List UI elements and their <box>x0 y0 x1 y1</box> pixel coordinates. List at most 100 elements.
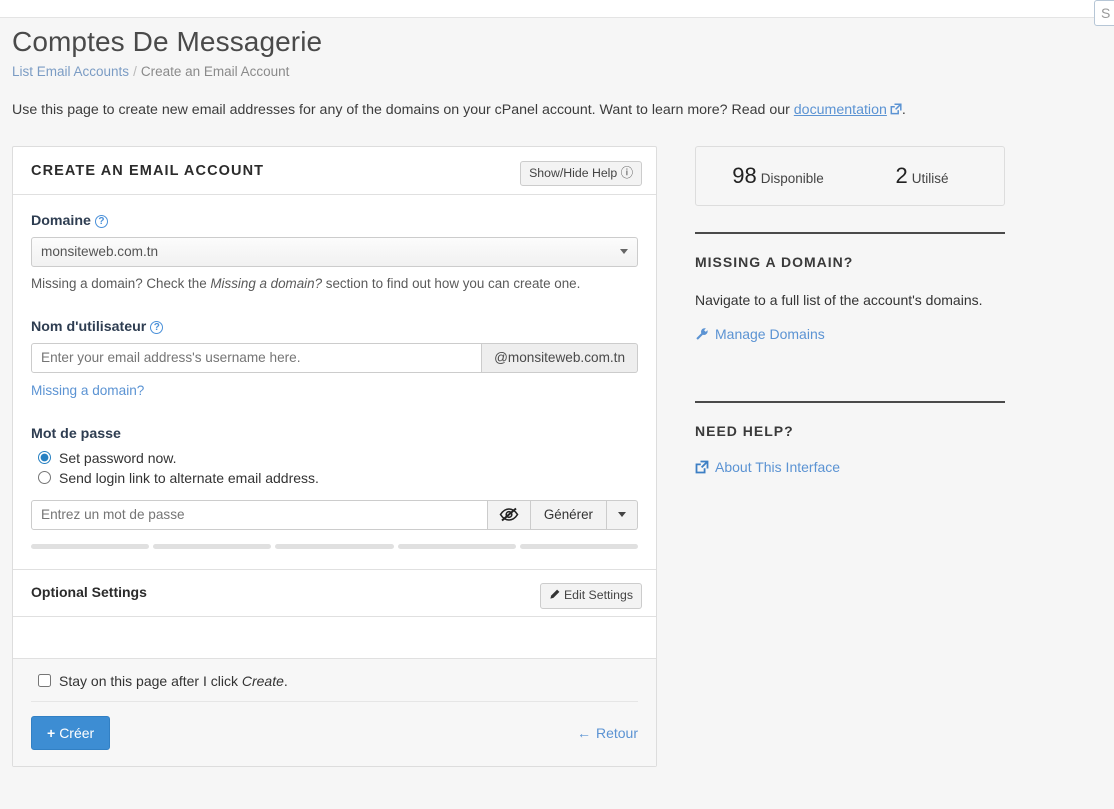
edit-settings-label: Edit Settings <box>563 587 633 602</box>
need-help-section: NEED HELP? About This Interface <box>695 423 1005 479</box>
stat-used-label: Utilisé <box>911 170 949 186</box>
password-strength-segment <box>153 543 272 549</box>
breadcrumb: List Email Accounts / Create an Email Acco… <box>12 64 1102 79</box>
sidebar-divider <box>695 401 1005 404</box>
breadcrumb-current: Create an Email Account <box>140 64 290 79</box>
card-footer: Stay on this page after I click Create. … <box>13 657 656 766</box>
password-strength-segment <box>275 543 394 549</box>
missing-a-domain-link[interactable]: Missing a domain? <box>31 383 144 398</box>
chevron-down-icon <box>618 512 626 518</box>
show-hide-help-button[interactable]: Show/Hide Help ⓘ <box>520 160 642 186</box>
stay-on-page-text-before: Stay on this page after I click <box>59 672 242 689</box>
page-description-text: Use this page to create new email addres… <box>12 102 794 118</box>
stat-used: 2 Utilisé <box>850 163 994 189</box>
create-email-account-card: CREATE AN EMAIL ACCOUNT Show/Hide Help ⓘ… <box>12 145 657 767</box>
password-option-send-link-radio[interactable] <box>38 471 51 485</box>
stay-on-page-label: Stay on this page after I click Create. <box>59 673 288 689</box>
external-link-icon <box>695 460 709 474</box>
stat-available-number: 98 <box>732 162 757 188</box>
password-strength-meter <box>31 543 639 549</box>
about-this-interface-link[interactable]: About This Interface <box>695 459 840 475</box>
main-column: CREATE AN EMAIL ACCOUNT Show/Hide Help ⓘ… <box>12 145 657 767</box>
optional-settings-section: Optional Settings Edit Settings <box>13 568 656 616</box>
domain-field: Domaine? monsiteweb.com.tn Missing a dom… <box>31 213 638 293</box>
pencil-icon <box>549 589 560 604</box>
sidebar-column: 98 Disponible 2 Utilisé MISSING A DOMAIN? … <box>695 145 1005 479</box>
back-link-label: Retour <box>595 724 638 741</box>
password-input-group: Générer <box>31 499 638 530</box>
about-this-interface-label: About This Interface <box>715 459 841 476</box>
edit-settings-button[interactable]: Edit Settings <box>539 582 642 609</box>
stat-available-label: Disponible <box>760 170 824 186</box>
password-option-send-link-label: Send login link to alternate email addre… <box>59 469 319 486</box>
question-circle-icon[interactable]: ? <box>150 320 164 334</box>
manage-domains-label: Manage Domains <box>715 326 825 343</box>
create-button[interactable]: + Créer <box>31 715 111 750</box>
domain-label: Domaine? <box>31 213 638 229</box>
username-label-text: Nom d'utilisateur <box>31 318 147 335</box>
domain-helper-emphasis: Missing a domain? <box>210 275 323 291</box>
domain-select[interactable]: monsiteweb.com.tn <box>31 236 638 267</box>
password-label: Mot de passe <box>31 425 121 442</box>
username-input[interactable] <box>31 342 483 373</box>
stay-on-page-checkbox[interactable] <box>38 674 51 688</box>
eye-slash-icon[interactable] <box>487 499 531 530</box>
domain-helper-after: section to find out how you can create o… <box>322 275 581 291</box>
stay-on-page-text-after: . <box>283 672 288 689</box>
missing-a-domain-section: MISSING A DOMAIN? Navigate to a full lis… <box>695 254 1005 346</box>
page-description: Use this page to create new email addres… <box>12 101 1102 122</box>
domain-helper-text: Missing a domain? Check the Missing a do… <box>31 275 638 293</box>
domain-label-text: Domaine <box>31 212 91 229</box>
missing-a-domain-text: Navigate to a full list of the account's… <box>695 291 983 308</box>
optional-settings-title: Optional Settings <box>31 583 147 600</box>
plus-icon: + <box>47 724 56 741</box>
create-button-label: Créer <box>59 724 95 741</box>
missing-a-domain-title: MISSING A DOMAIN? <box>695 253 854 270</box>
username-label: Nom d'utilisateur? <box>31 319 638 335</box>
domain-helper-before: Missing a domain? Check the <box>31 275 211 291</box>
password-option-set-now-label: Set password now. <box>59 449 177 466</box>
breadcrumb-link-list-email-accounts[interactable]: List Email Accounts <box>12 64 129 79</box>
question-circle-icon[interactable]: ? <box>94 214 108 228</box>
username-domain-addon: @monsiteweb.com.tn <box>482 342 638 373</box>
password-field: Mot de passe Set password now. Send logi… <box>31 425 639 549</box>
need-help-title: NEED HELP? <box>695 423 794 440</box>
top-bar <box>0 0 1114 18</box>
username-field: Nom d'utilisateur? @monsiteweb.com.tn Mi… <box>31 319 638 400</box>
content-columns: CREATE AN EMAIL ACCOUNT Show/Hide Help ⓘ… <box>12 145 1102 767</box>
stay-on-page-emphasis: Create <box>241 672 284 689</box>
show-hide-help-label: Show/Hide Help <box>529 165 618 180</box>
password-option-send-link-row[interactable]: Send login link to alternate email addre… <box>31 470 638 486</box>
username-input-group: @monsiteweb.com.tn <box>31 342 638 373</box>
password-strength-segment <box>397 543 516 549</box>
password-input[interactable] <box>31 499 488 530</box>
footer-actions: + Créer ← Retour <box>31 715 638 750</box>
documentation-link[interactable]: documentation <box>794 102 887 118</box>
page-title: Comptes De Messagerie <box>12 26 323 57</box>
password-option-set-now-radio[interactable] <box>38 451 51 465</box>
question-circle-icon: ⓘ <box>620 165 633 180</box>
external-link-icon <box>890 102 902 122</box>
generate-password-button[interactable]: Générer <box>530 499 607 530</box>
quota-stats-box: 98 Disponible 2 Utilisé <box>695 145 1005 206</box>
password-option-set-now-row[interactable]: Set password now. <box>31 450 638 466</box>
stay-on-page-row[interactable]: Stay on this page after I click Create. <box>31 673 638 702</box>
generate-options-dropdown-button[interactable] <box>607 499 638 530</box>
password-strength-segment <box>519 543 639 549</box>
wrench-icon <box>695 327 709 341</box>
card-header: CREATE AN EMAIL ACCOUNT Show/Hide Help ⓘ <box>13 147 656 195</box>
page-container: Comptes De Messagerie List Email Account… <box>0 18 1114 767</box>
manage-domains-link[interactable]: Manage Domains <box>695 326 825 342</box>
card-body: Domaine? monsiteweb.com.tn Missing a dom… <box>13 195 656 569</box>
sidebar-divider <box>695 231 1005 234</box>
password-strength-segment <box>31 543 150 549</box>
page-description-suffix: . <box>901 102 906 118</box>
stat-used-number: 2 <box>895 162 908 188</box>
domain-select-wrap: monsiteweb.com.tn <box>31 236 638 267</box>
stat-available: 98 Disponible <box>706 163 850 189</box>
breadcrumb-separator: / <box>133 64 137 79</box>
card-title: CREATE AN EMAIL ACCOUNT <box>31 162 265 179</box>
optional-settings-body <box>13 615 656 658</box>
arrow-left-icon: ← <box>576 724 591 741</box>
back-link[interactable]: ← Retour <box>577 725 638 741</box>
